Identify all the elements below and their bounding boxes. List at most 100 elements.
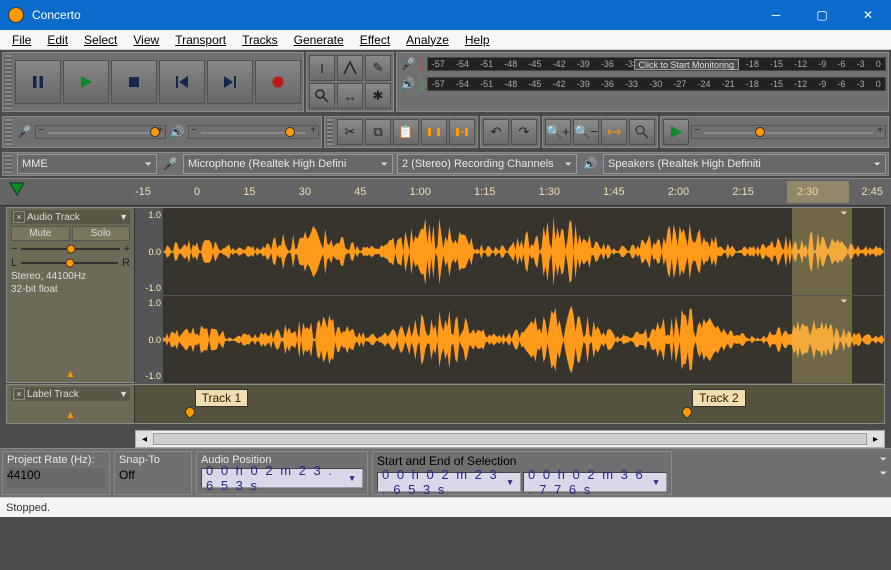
track-depth-label: 32-bit float	[11, 284, 130, 295]
track-collapse-button[interactable]: ▲	[11, 410, 130, 421]
waveform-channel-left[interactable]: 1.00.0-1.0	[135, 208, 884, 296]
track-close-button[interactable]: ×	[13, 211, 25, 223]
multi-tool-icon[interactable]: ✱	[365, 83, 391, 109]
snap-to-select[interactable]: Off	[119, 468, 187, 488]
play-button[interactable]	[63, 60, 109, 104]
menu-analyze[interactable]: Analyze	[406, 33, 449, 47]
pan-slider[interactable]: LR	[11, 257, 130, 269]
horizontal-scrollbar[interactable]: ◂ ▸	[135, 430, 885, 448]
solo-button[interactable]: Solo	[72, 226, 131, 241]
toolbar-grip[interactable]	[5, 55, 11, 109]
secondary-toolbar: 🎤 −+ 🔊 −+ ✂ ⧉ 📋 ↶ ↷ 🔍+ 🔍− −+	[0, 114, 891, 150]
timeline-ruler[interactable]: -1501530451:001:151:301:452:002:152:302:…	[0, 178, 891, 206]
track-name[interactable]: Audio Track	[27, 212, 80, 223]
click-to-monitor-prompt[interactable]: Click to Start Monitoring	[634, 59, 740, 70]
envelope-tool-icon[interactable]	[337, 55, 363, 81]
maximize-button[interactable]: ▢	[799, 0, 845, 30]
cut-icon[interactable]: ✂	[337, 119, 363, 145]
copy-icon[interactable]: ⧉	[365, 119, 391, 145]
toolbar-grip[interactable]	[5, 119, 11, 145]
track-label[interactable]: Track 2	[692, 389, 746, 407]
close-button[interactable]: ✕	[845, 0, 891, 30]
track-collapse-button[interactable]: ▲	[11, 369, 130, 380]
selection-start-readout[interactable]: 0 0 h 0 2 m 2 3 . 6 5 3 s▾	[377, 472, 521, 492]
menu-generate[interactable]: Generate	[294, 33, 344, 47]
audio-position-readout[interactable]: 0 0 h 0 2 m 2 3 . 6 5 3 s▾	[201, 468, 363, 488]
scrollbar-thumb[interactable]	[153, 433, 867, 445]
redo-icon[interactable]: ↷	[511, 119, 537, 145]
zoom-out-icon[interactable]: 🔍−	[573, 119, 599, 145]
zoom-tool-icon[interactable]	[309, 83, 335, 109]
undo-icon[interactable]: ↶	[483, 119, 509, 145]
menu-tracks[interactable]: Tracks	[242, 33, 278, 47]
mic-icon: 🎤	[161, 155, 179, 173]
meter-r-label: R	[419, 64, 425, 73]
device-toolbar: MME 🎤 Microphone (Realtek High Defini 2 …	[2, 152, 889, 176]
selection-tool-icon[interactable]: I	[309, 55, 335, 81]
track-menu-dropdown[interactable]: ▼	[119, 212, 128, 222]
track-menu-dropdown[interactable]: ▼	[119, 389, 128, 399]
fit-project-icon[interactable]	[629, 119, 655, 145]
timeline-selection[interactable]	[787, 181, 849, 203]
menu-view[interactable]: View	[133, 33, 159, 47]
recording-volume-slider[interactable]: −+	[35, 125, 166, 139]
menu-file[interactable]: File	[12, 33, 31, 47]
track-name[interactable]: Label Track	[27, 389, 79, 400]
pause-button[interactable]	[15, 60, 61, 104]
menu-effect[interactable]: Effect	[360, 33, 390, 47]
zoom-in-icon[interactable]: 🔍+	[545, 119, 571, 145]
scroll-right-button[interactable]: ▸	[867, 431, 884, 447]
skip-start-button[interactable]	[159, 60, 205, 104]
playback-meter[interactable]: -57-54-51-48-45-42-39-36-33-30-27-24-21-…	[427, 77, 886, 91]
fit-selection-icon[interactable]	[601, 119, 627, 145]
track-label[interactable]: Track 1	[195, 389, 249, 407]
zoom-toolbar: 🔍+ 🔍−	[542, 116, 658, 148]
playhead-icon[interactable]	[8, 181, 26, 199]
mixer-toolbar: 🎤 −+ 🔊 −+	[2, 116, 322, 148]
speaker-meter-icon[interactable]: 🔊	[399, 75, 417, 93]
stop-button[interactable]	[111, 60, 157, 104]
status-bar: Stopped.	[0, 497, 891, 517]
minimize-button[interactable]: ─	[753, 0, 799, 30]
window-title: Concerto	[32, 8, 753, 22]
snap-to-label: Snap-To	[119, 454, 187, 466]
skip-end-button[interactable]	[207, 60, 253, 104]
window-titlebar: Concerto ─ ▢ ✕	[0, 0, 891, 30]
waveform-channel-right[interactable]: 1.00.0-1.0	[135, 296, 884, 384]
project-rate-select[interactable]: 44100	[7, 468, 105, 488]
project-rate-label: Project Rate (Hz):	[7, 454, 105, 466]
menu-help[interactable]: Help	[465, 33, 490, 47]
recording-meter[interactable]: -57-54-51-48-45-42-39-36-33-30-27-24-21-…	[427, 57, 886, 71]
meter-l-label: L	[419, 55, 425, 64]
mute-button[interactable]: Mute	[11, 226, 70, 241]
toolbar-grip[interactable]	[327, 119, 333, 145]
draw-tool-icon[interactable]: ✎	[365, 55, 391, 81]
audio-host-select[interactable]: MME	[17, 154, 157, 174]
edit-toolbar: ✂ ⧉ 📋	[324, 116, 478, 148]
selection-toolbar: Project Rate (Hz): 44100 Snap-To Off Aud…	[0, 448, 891, 497]
toolbar-grip[interactable]	[5, 155, 11, 173]
playback-device-select[interactable]: Speakers (Realtek High Definiti	[603, 154, 886, 174]
track-close-button[interactable]: ×	[13, 388, 25, 400]
mic-meter-icon[interactable]: 🎤	[399, 55, 417, 73]
gain-slider[interactable]: −+	[11, 243, 130, 255]
label-track-body[interactable]: Track 1 Track 2	[135, 385, 884, 423]
menu-transport[interactable]: Transport	[175, 33, 226, 47]
selection-end-readout[interactable]: 0 0 h 0 2 m 3 6 . 7 7 6 s▾	[523, 472, 667, 492]
paste-icon[interactable]: 📋	[393, 119, 419, 145]
track-control-panel: × Audio Track ▼ Mute Solo −+ LR Stereo, …	[7, 208, 135, 382]
menu-edit[interactable]: Edit	[47, 33, 68, 47]
timeshift-tool-icon[interactable]: ↔	[337, 83, 363, 109]
playback-speed-slider[interactable]: −+	[691, 125, 886, 139]
scroll-left-button[interactable]: ◂	[136, 431, 153, 447]
recording-channels-select[interactable]: 2 (Stereo) Recording Channels	[397, 154, 577, 174]
record-button[interactable]	[255, 60, 301, 104]
recording-device-select[interactable]: Microphone (Realtek High Defini	[183, 154, 393, 174]
playback-volume-slider[interactable]: −+	[188, 125, 319, 139]
silence-icon[interactable]	[449, 119, 475, 145]
trim-icon[interactable]	[421, 119, 447, 145]
play-at-speed-button[interactable]	[663, 119, 689, 145]
menu-select[interactable]: Select	[84, 33, 117, 47]
undo-toolbar: ↶ ↷	[480, 116, 540, 148]
track-waveform-area[interactable]: 1.00.0-1.0 1.00.0-1.0	[135, 208, 884, 382]
